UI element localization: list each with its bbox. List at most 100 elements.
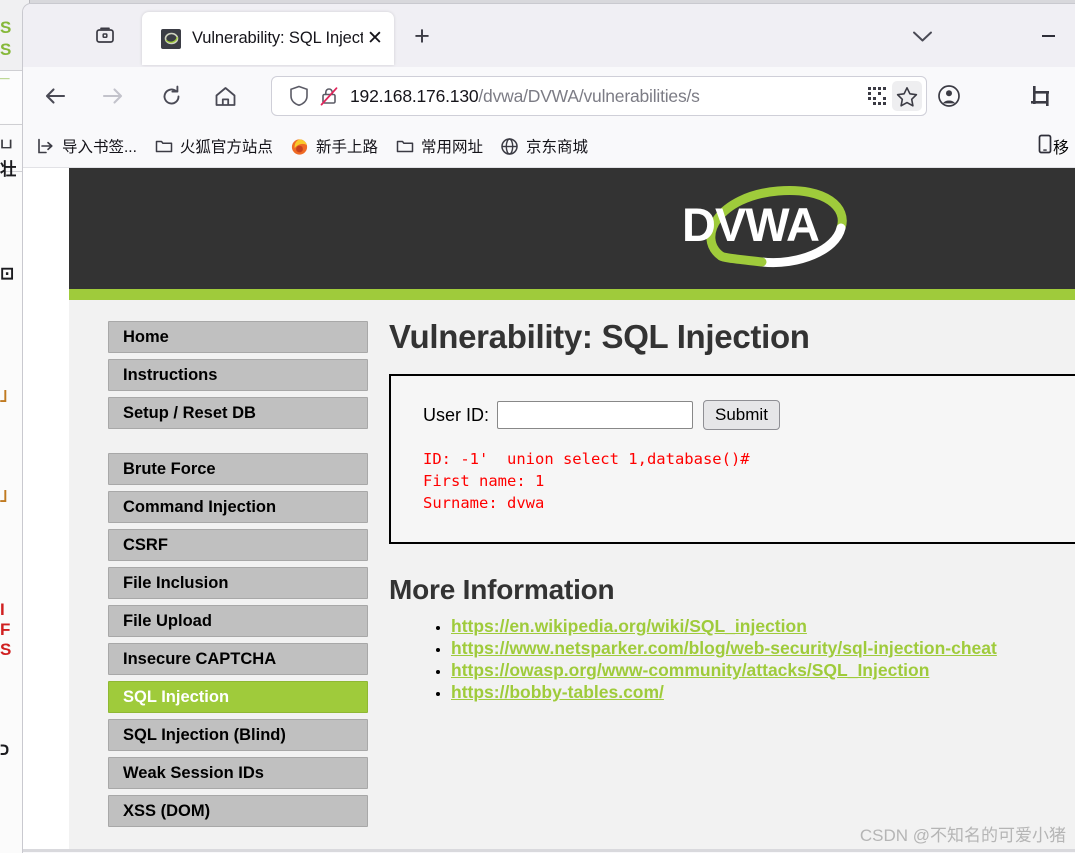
dvwa-header: DVWA	[69, 168, 1075, 289]
close-icon[interactable]: ✕	[364, 28, 386, 50]
browser-window: Vulnerability: SQL Injection :: ✕ +	[22, 3, 1075, 853]
sidebar-item-file-upload[interactable]: File Upload	[108, 605, 368, 637]
sidebar-item-label: CSRF	[123, 535, 168, 554]
tab-strip: Vulnerability: SQL Injection :: ✕ +	[23, 4, 1075, 67]
forward-arrow-icon[interactable]	[95, 78, 131, 114]
sidebar-item-setup-reset-db[interactable]: Setup / Reset DB	[108, 397, 368, 429]
browser-tab[interactable]: Vulnerability: SQL Injection :: ✕	[142, 12, 394, 65]
globe-icon	[500, 136, 520, 156]
sidebar-item-command-injection[interactable]: Command Injection	[108, 491, 368, 523]
sidebar-item-label: Command Injection	[123, 497, 277, 516]
sidebar-item-label: File Upload	[123, 611, 212, 630]
back-arrow-icon[interactable]	[37, 78, 73, 114]
dvwa-logo: DVWA	[666, 178, 866, 278]
tracking-protection-shield-icon[interactable]	[284, 81, 314, 111]
navigation-toolbar: 192.168.176.130/dvwa/DVWA/vulnerabilitie…	[23, 67, 1075, 125]
bookmark-label: 移	[1053, 140, 1070, 157]
list-item: https://en.wikipedia.org/wiki/SQL_inject…	[451, 616, 1075, 637]
folder-icon	[154, 136, 174, 156]
mobile-phone-icon	[1037, 134, 1053, 159]
account-circle-icon[interactable]	[931, 78, 967, 114]
dvwa-main-content: Vulnerability: SQL Injection User ID: Su…	[371, 300, 1075, 852]
tab-title: Vulnerability: SQL Injection ::	[192, 29, 363, 47]
sidebar-item-brute-force[interactable]: Brute Force	[108, 453, 368, 485]
overflow-left-arrow-icon[interactable]	[1065, 78, 1075, 114]
bookmark-label: 导入书签...	[62, 139, 137, 156]
user-id-label: User ID:	[423, 404, 490, 425]
crop-screenshot-icon[interactable]	[1023, 78, 1059, 114]
new-tab-button[interactable]: +	[405, 20, 439, 52]
sidebar-item-label: XSS (DOM)	[123, 801, 211, 820]
minimize-button[interactable]	[1026, 21, 1070, 51]
star-icon[interactable]	[892, 81, 922, 111]
result-line-surname: Surname: dvwa	[423, 494, 545, 512]
dvwa-body: Home Instructions Setup / Reset DB Brute…	[69, 300, 1075, 852]
firefox-view-button[interactable]	[87, 18, 123, 52]
list-item: https://owasp.org/www-community/attacks/…	[451, 660, 1075, 681]
reload-icon[interactable]	[153, 78, 189, 114]
list-item: https://www.netsparker.com/blog/web-secu…	[451, 638, 1075, 659]
minimize-icon	[1041, 35, 1055, 37]
sidebar-item-label: File Inclusion	[123, 573, 229, 592]
url-text[interactable]: 192.168.176.130/dvwa/DVWA/vulnerabilitie…	[350, 86, 862, 107]
bookmark-label: 火狐官方站点	[179, 139, 273, 156]
bookmark-mobile-folder[interactable]: 移	[1033, 131, 1075, 161]
sidebar-item-home[interactable]: Home	[108, 321, 368, 353]
dvwa-page-container: DVWA Home Instructions Setup / Reset DB …	[69, 168, 1075, 852]
watermark: CSDN @不知名的可爱小猪	[859, 826, 1066, 845]
bookmarks-toolbar: 导入书签... 火狐官方站点 新手上路 常用网址 京东商城 移	[23, 125, 1075, 168]
url-bar[interactable]: 192.168.176.130/dvwa/DVWA/vulnerabilitie…	[271, 76, 927, 116]
page-title: Vulnerability: SQL Injection	[389, 318, 810, 355]
bookmark-folder-common-sites[interactable]: 常用网址	[388, 131, 490, 161]
bookmark-label: 常用网址	[420, 139, 483, 156]
sidebar-item-file-inclusion[interactable]: File Inclusion	[108, 567, 368, 599]
list-item: https://bobby-tables.com/	[451, 682, 1075, 703]
bookmark-beginner-guide[interactable]: 新手上路	[283, 131, 385, 161]
sidebar-item-label: SQL Injection	[123, 687, 230, 706]
sidebar-item-csrf[interactable]: CSRF	[108, 529, 368, 561]
sidebar-item-sql-injection[interactable]: SQL Injection	[108, 681, 368, 713]
chevron-down-icon[interactable]	[903, 22, 941, 50]
folder-icon	[395, 136, 415, 156]
result-line-first-name: First name: 1	[423, 472, 545, 490]
bookmark-folder-firefox-official[interactable]: 火狐官方站点	[147, 131, 280, 161]
web-page: DVWA Home Instructions Setup / Reset DB …	[23, 168, 1075, 852]
sidebar-item-xss-dom[interactable]: XSS (DOM)	[108, 795, 368, 827]
bookmark-label: 京东商城	[525, 139, 588, 156]
url-host: 192.168.176.130	[350, 85, 479, 106]
sidebar-item-label: SQL Injection (Blind)	[123, 725, 286, 744]
qr-code-icon[interactable]	[862, 81, 892, 111]
dvwa-sidebar-menu: Home Instructions Setup / Reset DB Brute…	[69, 300, 371, 852]
sidebar-item-label: Brute Force	[123, 459, 216, 478]
lock-crossed-out-icon[interactable]	[314, 81, 344, 111]
import-bookmarks-icon	[36, 136, 56, 156]
more-information-links: https://en.wikipedia.org/wiki/SQL_inject…	[389, 616, 1075, 703]
bookmark-import[interactable]: 导入书签...	[29, 131, 144, 161]
link-netsparker[interactable]: https://www.netsparker.com/blog/web-secu…	[451, 638, 997, 658]
link-wikipedia[interactable]: https://en.wikipedia.org/wiki/SQL_inject…	[451, 616, 807, 636]
result-line-id: ID: -1' union select 1,database()#	[423, 450, 750, 468]
sidebar-item-label: Weak Session IDs	[123, 763, 264, 782]
bookmark-jd-mall[interactable]: 京东商城	[493, 131, 595, 161]
submit-button[interactable]: Submit	[703, 400, 780, 430]
dvwa-accent-bar	[69, 289, 1075, 300]
sidebar-item-insecure-captcha[interactable]: Insecure CAPTCHA	[108, 643, 368, 675]
horizontal-scrollbar[interactable]	[23, 849, 1075, 852]
sidebar-item-weak-session-ids[interactable]: Weak Session IDs	[108, 757, 368, 789]
url-path: /dvwa/DVWA/vulnerabilities/s	[478, 85, 700, 106]
link-owasp[interactable]: https://owasp.org/www-community/attacks/…	[451, 660, 929, 680]
svg-text:DVWA: DVWA	[682, 198, 819, 251]
sidebar-item-label: Setup / Reset DB	[123, 403, 256, 422]
sidebar-item-instructions[interactable]: Instructions	[108, 359, 368, 391]
page-viewport: DVWA Home Instructions Setup / Reset DB …	[23, 168, 1075, 852]
home-icon[interactable]	[207, 78, 243, 114]
sidebar-item-label: Insecure CAPTCHA	[123, 649, 277, 668]
sidebar-item-label: Instructions	[123, 365, 218, 384]
firefox-icon	[290, 136, 310, 156]
sidebar-item-sql-injection-blind[interactable]: SQL Injection (Blind)	[108, 719, 368, 751]
dvwa-favicon	[161, 28, 181, 49]
link-bobby-tables[interactable]: https://bobby-tables.com/	[451, 682, 664, 702]
vulnerability-panel: User ID: Submit ID: -1' union select 1,d…	[389, 374, 1075, 544]
user-id-input[interactable]	[497, 401, 694, 429]
user-id-form: User ID: Submit	[423, 400, 1075, 430]
